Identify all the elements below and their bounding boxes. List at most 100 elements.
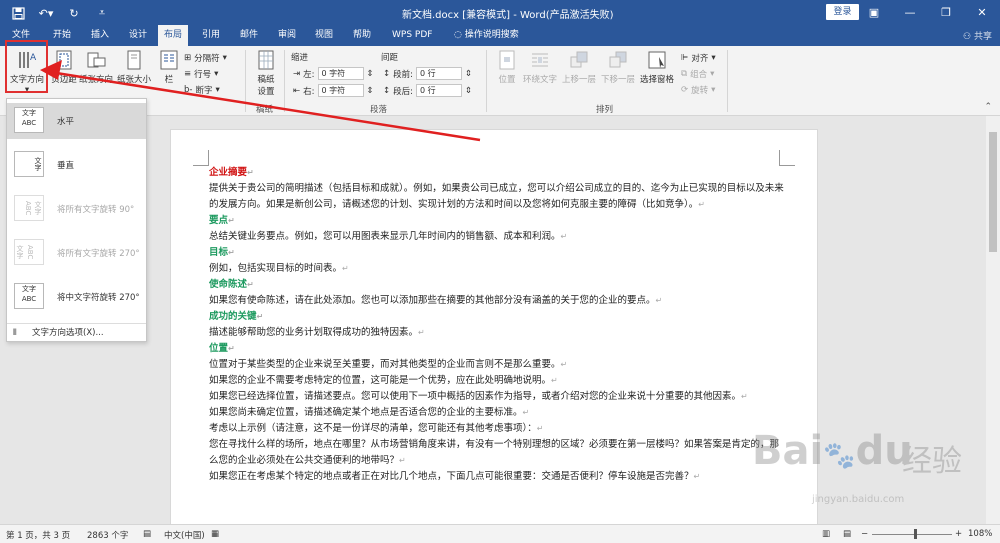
share-button[interactable]: ⚇ 共享	[963, 29, 992, 42]
space-before-label: 段前:	[393, 69, 413, 80]
paragraph: 例如，包括实现目标的时间表。↵	[209, 261, 784, 277]
breaks-button[interactable]: ⊞ 分隔符 ▾	[184, 52, 227, 64]
language-status[interactable]: 中文(中国)	[164, 529, 205, 541]
tab-review[interactable]: 审阅	[272, 25, 302, 46]
macro-icon[interactable]: ▦	[211, 529, 219, 539]
minimize-icon[interactable]: —	[892, 0, 928, 25]
page-size-icon	[123, 49, 145, 71]
space-after-input[interactable]: 0 行	[416, 84, 462, 97]
wrap-text-button[interactable]: 环绕文字	[521, 49, 559, 85]
separator	[284, 50, 285, 112]
indent-left-input[interactable]: 0 字符	[317, 67, 364, 80]
menu-item-vertical[interactable]: 文字 垂直	[7, 147, 146, 183]
tab-view[interactable]: 视图	[309, 25, 339, 46]
proofing-icon[interactable]: ▤	[143, 529, 151, 539]
space-after-icon: ↕	[383, 85, 391, 96]
tab-layout[interactable]: 布局	[158, 25, 189, 46]
paragraph-text: 成功的关键	[209, 311, 257, 322]
rotate-button[interactable]: ⟳ 旋转 ▾	[681, 84, 715, 96]
ribbon-display-icon[interactable]: ▣	[856, 0, 892, 25]
text-direction-options-label: 文字方向选项(X)...	[32, 328, 104, 338]
tab-help[interactable]: 帮助	[347, 25, 377, 46]
paragraph-text: 总结关键业务要点。例如，您可以用图表来显示几年时间内的销售额、成本和利润。	[209, 231, 561, 242]
thumb-text: 文字 ABC	[24, 200, 42, 216]
title-bar: ↶▾ ↻ ⩡ 新文档.docx [兼容模式] - Word(产品激活失败) 登录…	[0, 0, 1000, 25]
indent-right-input[interactable]: 0 字符	[317, 84, 364, 97]
hyphenation-button[interactable]: b‑ 断字 ▾	[184, 84, 220, 96]
tab-home[interactable]: 开始	[47, 25, 77, 46]
separator	[486, 50, 487, 112]
zoom-slider-thumb[interactable]	[914, 529, 917, 539]
paragraph-mark-icon: ↵	[560, 360, 568, 369]
chevron-down-icon: ▾	[215, 85, 220, 95]
spinner-icon[interactable]: ⇕	[465, 69, 472, 79]
separator	[245, 50, 246, 112]
tab-wps-pdf[interactable]: WPS PDF	[386, 25, 438, 46]
orientation-button[interactable]: 纸张方向	[79, 49, 113, 85]
margins-button[interactable]: 页边距	[50, 49, 78, 85]
word-count[interactable]: 2863 个字	[87, 529, 128, 541]
draft-paper-button[interactable]: 稿纸 设置	[251, 49, 281, 97]
space-before-row: ↕ 段前: 0 行 ⇕	[383, 67, 472, 80]
space-before-input[interactable]: 0 行	[416, 67, 462, 80]
line-numbers-button[interactable]: ≡ 行号 ▾	[184, 68, 218, 80]
scrollbar-thumb[interactable]	[989, 132, 997, 252]
watermark-url: jingyan.baidu.com	[812, 494, 905, 505]
menu-item-rotate-chinese-270[interactable]: 文字 ABC 将中文字符旋转 270°	[7, 279, 146, 315]
send-backward-button[interactable]: 下移一层	[599, 49, 637, 85]
restore-icon[interactable]: ❐	[928, 0, 964, 25]
paragraph: 如果您已经选择位置，请描述要点。您可以使用下一项中概括的因素作为指导，或者介绍对…	[209, 389, 784, 405]
menu-item-horizontal[interactable]: 文字 ABC 水平	[7, 103, 146, 139]
collapse-ribbon-icon[interactable]: ⌃	[984, 102, 992, 112]
ribbon-tabs: 文件 开始 插入 设计 布局 引用 邮件 审阅 视图 帮助 WPS PDF ◌ …	[0, 25, 1000, 46]
spinner-icon[interactable]: ⇕	[367, 69, 374, 79]
spinner-icon[interactable]: ⇕	[367, 86, 374, 96]
zoom-level[interactable]: 108%	[968, 529, 992, 539]
paragraph-mark-icon: ↵	[655, 296, 663, 305]
tab-insert[interactable]: 插入	[85, 25, 115, 46]
page-count[interactable]: 第 1 页，共 3 页	[6, 529, 70, 541]
indent-heading: 缩进	[291, 53, 309, 63]
draft-paper-label-1: 稿纸	[257, 75, 275, 85]
menu-item-rotate-90[interactable]: 文字 ABC 将所有文字旋转 90°	[7, 191, 146, 227]
customize-quick-access-icon[interactable]: ⩡	[94, 5, 110, 21]
paragraph-text: 位置	[209, 343, 229, 354]
columns-label: 栏	[164, 75, 174, 85]
redo-icon[interactable]: ↻	[66, 5, 82, 21]
position-button[interactable]: 位置	[494, 49, 520, 85]
tell-me-search[interactable]: ◌ 操作说明搜索	[448, 25, 525, 46]
read-mode-icon[interactable]: ▥	[822, 529, 830, 539]
paragraph-group-label: 段落	[370, 105, 388, 115]
size-button[interactable]: 纸张大小	[115, 49, 153, 85]
orientation-icon	[85, 49, 107, 71]
undo-icon[interactable]: ↶▾	[38, 5, 54, 21]
section-heading: 位置↵	[209, 341, 784, 357]
zoom-in-icon[interactable]: +	[955, 529, 962, 539]
document-body[interactable]: 企业摘要↵ 提供关于贵公司的简明描述（包括目标和成就）。例如，如果贵公司已成立，您…	[209, 165, 784, 485]
spacing-heading: 间距	[381, 53, 399, 63]
align-button[interactable]: ⊫ 对齐 ▾	[681, 52, 716, 64]
ribbon: A 文字方向 ▾ 页边距 纸张方向 纸张大小 栏 ⊞ 分隔符 ▾ ≡ 行号 ▾ b‑ 断字…	[0, 46, 1000, 116]
group-button[interactable]: ⧉ 组合 ▾	[681, 68, 714, 80]
close-icon[interactable]: ✕	[964, 0, 1000, 25]
tab-mailings[interactable]: 邮件	[234, 25, 264, 46]
selection-pane-button[interactable]: 选择窗格	[638, 49, 676, 85]
print-layout-icon[interactable]: ▤	[843, 529, 851, 539]
tab-references[interactable]: 引用	[196, 25, 226, 46]
vertical-scrollbar[interactable]	[986, 116, 1000, 524]
section-heading: 企业摘要↵	[209, 165, 784, 181]
paragraph-text: 位置对于某些类型的企业来说至关重要，而对其他类型的企业而言则不是那么重要。	[209, 359, 561, 370]
login-button[interactable]: 登录	[826, 4, 859, 20]
document-page[interactable]: 企业摘要↵ 提供关于贵公司的简明描述（包括目标和成就）。例如，如果贵公司已成立，您…	[170, 129, 818, 529]
zoom-slider[interactable]	[872, 534, 952, 535]
indent-right-row: ⇤ 右: 0 字符 ⇕	[293, 84, 374, 97]
text-direction-options[interactable]: ⦀ 文字方向选项(X)...	[7, 323, 146, 341]
tab-design[interactable]: 设计	[123, 25, 153, 46]
paragraph-mark-icon: ↵	[228, 344, 235, 353]
zoom-out-icon[interactable]: −	[861, 529, 868, 539]
save-icon[interactable]	[10, 5, 26, 21]
bring-forward-button[interactable]: 上移一层	[560, 49, 598, 85]
menu-item-rotate-270[interactable]: 文字 ABC 将所有文字旋转 270°	[7, 235, 146, 271]
spinner-icon[interactable]: ⇕	[465, 86, 472, 96]
columns-button[interactable]: 栏	[158, 49, 180, 85]
